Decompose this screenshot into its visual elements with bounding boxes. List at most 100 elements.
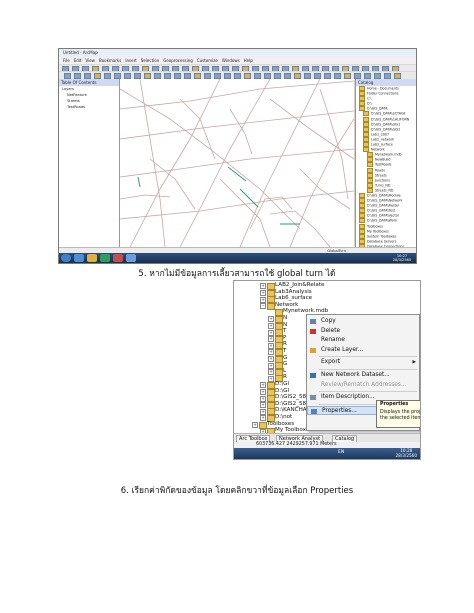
catalog-title: Catalog [356, 79, 416, 86]
toc-list: Layers NetFeature Streets TestRoads [59, 86, 119, 110]
expand-toggle-icon[interactable]: + [268, 329, 274, 336]
menu-item-label: Review/Rematch Addresses... [321, 381, 407, 388]
expand-toggle-icon[interactable]: + [252, 421, 258, 428]
menu-item[interactable]: Windows [222, 57, 240, 64]
network-icon [310, 373, 316, 378]
menu-item-review-rematch-addresses: Review/Rematch Addresses... [307, 381, 419, 390]
menu-separator [319, 356, 417, 358]
catalog-item-label: D:\GIS_DATA\Network [367, 198, 403, 203]
catalog-item-label: TestRoads [375, 162, 392, 167]
expand-toggle-icon[interactable]: + [268, 336, 274, 343]
app-icon[interactable] [113, 254, 123, 262]
expand-toggle-icon[interactable]: + [268, 322, 274, 329]
catalog-item-label: D:\GIS_DATA\GIS2 [371, 127, 401, 132]
media-icon[interactable] [100, 254, 110, 262]
menu-item-label: Item Description... [321, 394, 375, 401]
description-icon [310, 395, 316, 401]
clock-date: 28/3/2560 [392, 258, 412, 262]
catalog-item-label: Mynetwork.mdb [375, 152, 402, 157]
catalog-item-label: My Toolboxes [367, 229, 389, 234]
expand-toggle-icon[interactable]: + [268, 375, 274, 382]
menu-item[interactable]: View [85, 57, 95, 64]
toc-item[interactable]: TestRoads [59, 104, 119, 110]
menu-item[interactable]: Help [244, 57, 253, 64]
delete-icon [310, 328, 316, 334]
expand-toggle-icon[interactable]: + [260, 388, 266, 395]
map-view[interactable] [120, 79, 354, 247]
street-line [120, 194, 171, 200]
expand-toggle-icon[interactable]: + [260, 408, 266, 415]
window-title: Untitled - ArcMap [59, 49, 416, 57]
menu-item-create-layer[interactable]: Create Layer... [307, 346, 419, 355]
expand-toggle-icon[interactable]: + [260, 415, 266, 422]
menu-item-delete[interactable]: Delete [307, 327, 419, 336]
expand-toggle-icon[interactable]: + [268, 362, 274, 369]
catalog-item-label: D:\GIS_DATA\Work [367, 218, 397, 223]
properties-tooltip: Properties Displays the properties of th… [376, 400, 420, 428]
menu-item-copy[interactable]: Copy [307, 317, 419, 326]
start-button-icon[interactable] [61, 254, 71, 262]
menu-item-label: Properties... [322, 407, 357, 414]
menu-item[interactable]: File [63, 57, 70, 64]
expand-toggle-icon[interactable]: + [260, 296, 266, 303]
ie-icon[interactable] [74, 254, 84, 262]
catalog-item-label: Home - Documents [367, 86, 399, 91]
caption-step-6: 6. เรียกค่าพิกัดของข้อมูล โดยคลิกขวาที่ข… [120, 486, 354, 496]
menu-item[interactable]: Edit [74, 57, 82, 64]
layer-icon [310, 347, 316, 353]
menu-item[interactable]: Customize [197, 57, 218, 64]
menu-item[interactable]: Bookmarks [99, 57, 121, 64]
catalog-item-label: Database Servers [367, 239, 397, 244]
menu-item[interactable]: Insert [125, 57, 136, 64]
catalog-item-label: D:\GIS_DATA\CALIFORN [371, 117, 410, 122]
street-line [299, 168, 351, 210]
catalog-item-label: Streets_ND [375, 188, 394, 193]
menu-item-rename[interactable]: Rename [307, 336, 419, 345]
clock-date: 28/3/2560 [395, 453, 417, 458]
expand-toggle-icon[interactable]: + [268, 349, 274, 356]
language-indicator[interactable]: EN [338, 450, 344, 455]
street-line [319, 88, 349, 200]
menu-item-export[interactable]: Export ▶ [307, 358, 419, 367]
catalog-item-label: D:\GIS_DATA\Raster [367, 203, 400, 208]
street-line [149, 158, 196, 210]
street-line [129, 79, 221, 247]
windows-taskbar: 10:27 28/3/2560 [59, 253, 416, 263]
expand-toggle-icon[interactable]: + [268, 342, 274, 349]
catalog-item-label: Lab2_network [371, 137, 395, 142]
copy-icon [310, 319, 316, 324]
catalog-item-label: Lab3_surface [371, 142, 393, 147]
taskbar-clock: 10:27 28/3/2560 [392, 254, 412, 262]
toolbar-tools [59, 71, 416, 79]
menu-item[interactable]: Selection [141, 57, 159, 64]
arcmap-icon[interactable] [126, 254, 136, 262]
catalog-item-label: Junctions [375, 178, 390, 183]
expand-toggle-icon[interactable]: − [260, 303, 266, 310]
catalog-item-label: Folder Connections [367, 91, 399, 96]
expand-toggle-icon[interactable]: + [268, 369, 274, 376]
properties-icon [311, 408, 317, 414]
catalog-context-screenshot: + LAB2_Join&Relate + Lab3Analysis + Lab6_surf… [233, 280, 421, 460]
menu-item-label: Delete [321, 327, 341, 334]
windows-taskbar: EN 10:28 28/3/2560 [234, 448, 420, 459]
catalog-item-label: D:\GIS_DATA\GIS1 [371, 122, 401, 127]
expand-toggle-icon[interactable]: + [260, 395, 266, 402]
caption-step-5: 5. หากไม่มีข้อมูลการเลี้ยวสามารถใช้ glob… [138, 269, 336, 279]
turn-line [227, 166, 247, 182]
expand-toggle-icon[interactable]: + [260, 402, 266, 409]
turn-features [137, 166, 300, 225]
catalog-panel: Catalog Home - Documents Folder Connectio… [355, 79, 416, 247]
expand-toggle-icon[interactable]: + [260, 289, 266, 296]
expand-toggle-icon[interactable]: + [268, 316, 274, 323]
expand-toggle-icon[interactable]: + [260, 382, 266, 389]
expand-toggle-icon[interactable]: + [260, 283, 266, 290]
street-line [289, 118, 354, 247]
expand-toggle-icon[interactable]: + [268, 355, 274, 362]
catalog-item-label: Streets [375, 173, 387, 178]
street-network-map [120, 79, 354, 247]
explorer-icon[interactable] [87, 254, 97, 262]
menu-item-label: Copy [321, 318, 336, 324]
menu-item[interactable]: Geoprocessing [163, 57, 193, 64]
catalog-item-label: Toolboxes [367, 224, 384, 229]
menu-item-new-network-dataset[interactable]: New Network Dataset... [307, 371, 419, 380]
